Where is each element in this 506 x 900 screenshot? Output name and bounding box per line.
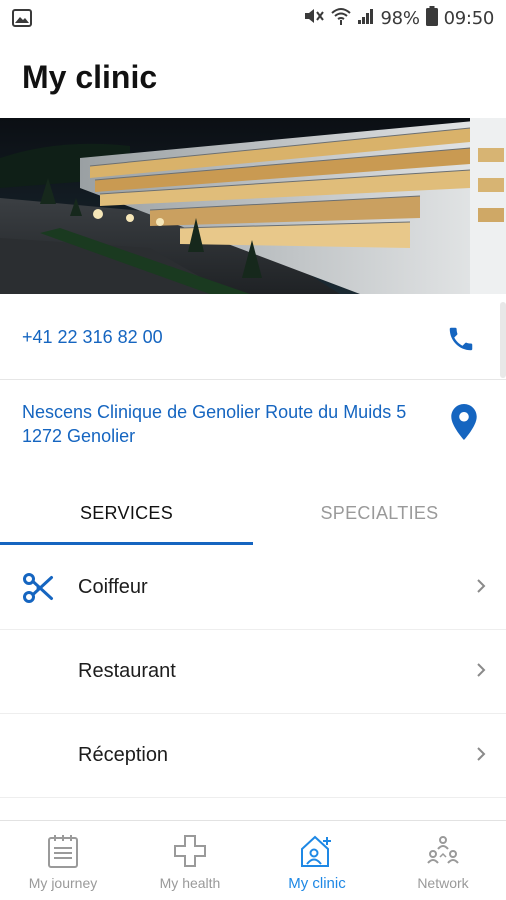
battery-icon bbox=[425, 5, 438, 31]
nav-my-health[interactable]: My health bbox=[127, 821, 253, 900]
scissors-icon bbox=[20, 570, 56, 611]
nav-label: Network bbox=[417, 875, 469, 891]
scroll-indicator bbox=[500, 302, 506, 378]
mute-icon bbox=[303, 6, 325, 31]
phone-icon[interactable] bbox=[446, 324, 476, 359]
phone-number[interactable]: +41 22 316 82 00 bbox=[22, 327, 163, 348]
wifi-icon bbox=[330, 6, 351, 31]
tab-services[interactable]: SERVICES bbox=[0, 480, 253, 546]
nav-label: My health bbox=[159, 875, 221, 891]
battery-percent: 98% bbox=[380, 7, 420, 29]
list-item-coiffeur[interactable]: Coiffeur bbox=[0, 546, 506, 630]
bottom-navigation: My journey My health My clinic Network bbox=[0, 820, 506, 900]
medical-cross-icon bbox=[172, 833, 208, 874]
chevron-right-icon bbox=[476, 662, 486, 683]
active-tab-indicator bbox=[0, 542, 253, 545]
nav-my-journey[interactable]: My journey bbox=[0, 821, 126, 900]
page-title: My clinic bbox=[22, 59, 158, 95]
nav-label: My clinic bbox=[288, 875, 346, 892]
nav-network[interactable]: Network bbox=[380, 821, 506, 900]
app-header: My clinic bbox=[0, 36, 506, 118]
address-row[interactable]: Nescens Clinique de Genolier Route du Mu… bbox=[0, 380, 506, 466]
list-item-label: Restaurant bbox=[78, 660, 176, 682]
image-icon bbox=[12, 9, 32, 32]
nav-label: My journey bbox=[28, 875, 98, 891]
list-item-reception[interactable]: Réception bbox=[0, 714, 506, 798]
tab-bar: SERVICES SPECIALTIES bbox=[0, 480, 506, 546]
list-item-label: Coiffeur bbox=[78, 576, 148, 598]
chevron-right-icon bbox=[476, 746, 486, 767]
tab-specialties[interactable]: SPECIALTIES bbox=[253, 480, 506, 546]
clipboard-icon bbox=[46, 833, 80, 874]
clinic-icon bbox=[299, 833, 335, 874]
network-icon bbox=[425, 833, 461, 874]
location-pin-icon[interactable] bbox=[451, 404, 477, 445]
status-bar: 98% 09:50 bbox=[0, 0, 506, 36]
list-item-label: Réception bbox=[78, 744, 169, 766]
list-item-restaurant[interactable]: Restaurant bbox=[0, 630, 506, 714]
clock: 09:50 bbox=[443, 7, 495, 29]
phone-row[interactable]: +41 22 316 82 00 bbox=[0, 294, 506, 380]
clinic-address[interactable]: Nescens Clinique de Genolier Route du Mu… bbox=[22, 400, 432, 448]
chevron-right-icon bbox=[476, 578, 486, 599]
nav-my-clinic[interactable]: My clinic bbox=[254, 821, 380, 900]
clinic-hero-image bbox=[0, 118, 506, 294]
signal-icon bbox=[357, 7, 375, 30]
